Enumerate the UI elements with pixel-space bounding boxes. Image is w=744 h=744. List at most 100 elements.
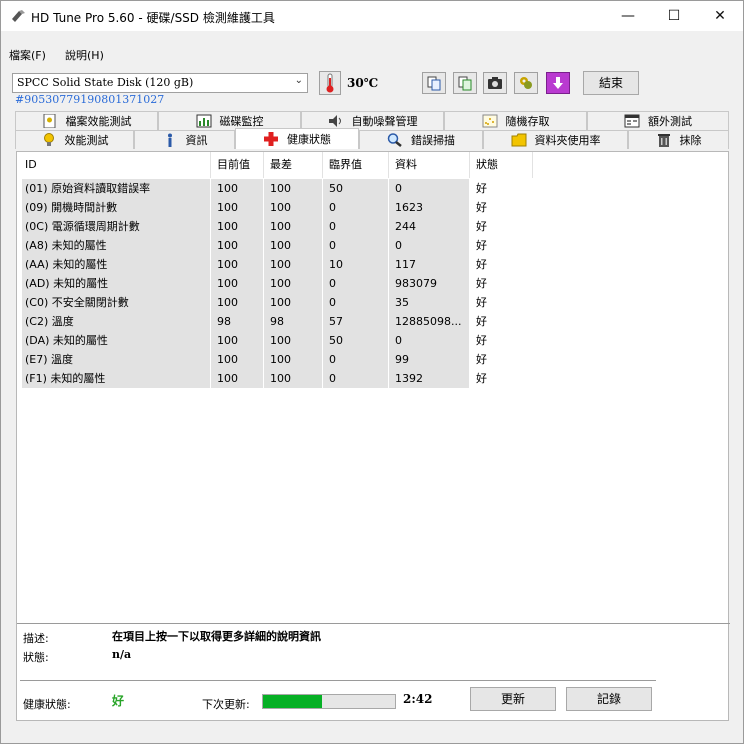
- extra-tests-icon: [624, 114, 640, 128]
- camera-icon: [488, 77, 502, 89]
- screenshot-button[interactable]: [483, 72, 507, 94]
- drive-serial: #905307791908013710​27: [15, 93, 165, 106]
- threshold-value: 0: [323, 369, 388, 388]
- worst-value: 100: [264, 198, 322, 217]
- table-row[interactable]: (E7) 溫度 100 100 0 99 好: [17, 350, 730, 369]
- attribute-status: 好: [476, 315, 487, 328]
- column-header-threshold[interactable]: 臨界值: [323, 152, 389, 178]
- progress-fill: [263, 695, 323, 708]
- tab-health[interactable]: 健康狀態: [235, 128, 359, 149]
- drive-select-value: SPCC Solid State Disk (120 gB): [17, 76, 194, 89]
- speaker-icon: [328, 114, 344, 128]
- copy-all-button[interactable]: [453, 72, 477, 94]
- current-value: 100: [211, 236, 263, 255]
- current-value: 100: [211, 217, 263, 236]
- tab-strip: 檔案效能測試 磁碟監控 自動噪聲管理 隨機存取 額外測試 效能測試 資訊 健康狀…: [15, 111, 729, 151]
- tab-benchmark[interactable]: 效能測試: [15, 130, 134, 149]
- attribute-name: (AD) 未知的屬性: [22, 274, 210, 293]
- raw-data: 1623: [389, 198, 469, 217]
- folder-icon: [511, 133, 527, 147]
- raw-data: 35: [389, 293, 469, 312]
- attribute-name: (C0) 不安全關閉計數: [22, 293, 210, 312]
- description-label: 描述:: [23, 632, 49, 645]
- file-benchmark-icon: [42, 113, 58, 129]
- raw-data: 244: [389, 217, 469, 236]
- tab-erase[interactable]: 抹除: [628, 130, 729, 149]
- update-button[interactable]: 更新: [470, 687, 556, 711]
- tab-label: 自動噪聲管理: [351, 115, 418, 128]
- app-window: HD Tune Pro 5.60 - 硬碟/SSD 檢測維護工具 — ☐ ✕ 檔…: [0, 0, 744, 744]
- tab-folder-usage[interactable]: 資料夾使用率: [483, 130, 628, 149]
- options-button[interactable]: [514, 72, 538, 94]
- info-icon: [162, 133, 178, 147]
- column-header-current[interactable]: 目前值: [211, 152, 264, 178]
- table-row[interactable]: (C2) 溫度 98 98 57 12885098... 好: [17, 312, 730, 331]
- attribute-status: 好: [476, 239, 487, 252]
- copy-all-icon: [458, 76, 472, 91]
- chevron-down-icon: ⌄: [294, 75, 303, 86]
- threshold-value: 57: [323, 312, 388, 331]
- threshold-value: 10: [323, 255, 388, 274]
- tab-random-access[interactable]: 隨機存取: [444, 111, 587, 130]
- table-row[interactable]: (09) 開機時間計數 100 100 0 1623 好: [17, 198, 730, 217]
- table-row[interactable]: (A8) 未知的屬性 100 100 0 0 好: [17, 236, 730, 255]
- worst-value: 98: [264, 312, 322, 331]
- menu-bar: 檔案(F) 說明(H): [1, 45, 743, 65]
- random-access-icon: [482, 114, 498, 128]
- attribute-status: 好: [476, 353, 487, 366]
- table-row[interactable]: (0C) 電源循環周期計數 100 100 0 244 好: [17, 217, 730, 236]
- threshold-value: 50: [323, 331, 388, 350]
- smart-table[interactable]: ID 目前值 最差 臨界值 資料 狀態 (01) 原始資料讀取錯誤率 100 100…: [17, 152, 730, 624]
- column-header-data[interactable]: 資料: [389, 152, 470, 178]
- tab-error-scan[interactable]: 錯誤掃描: [359, 130, 483, 149]
- log-button[interactable]: 記錄: [566, 687, 652, 711]
- app-icon: [10, 9, 26, 23]
- drive-select[interactable]: SPCC Solid State Disk (120 gB) ⌄: [12, 73, 308, 93]
- column-header-id[interactable]: ID: [19, 152, 211, 178]
- current-value: 100: [211, 179, 263, 198]
- thermometer-icon: [319, 71, 341, 95]
- threshold-value: 0: [323, 198, 388, 217]
- menu-help[interactable]: 說明(H): [65, 47, 104, 63]
- table-row[interactable]: (F1) 未知的屬性 100 100 0 1392 好: [17, 369, 730, 388]
- lightbulb-icon: [41, 133, 57, 147]
- copy-button[interactable]: [422, 72, 446, 94]
- table-row[interactable]: (C0) 不安全關閉計數 100 100 0 35 好: [17, 293, 730, 312]
- tab-label: 檔案效能測試: [65, 115, 132, 128]
- table-row[interactable]: (DA) 未知的屬性 100 100 50 0 好: [17, 331, 730, 350]
- tab-extra-tests[interactable]: 額外測試: [587, 111, 729, 130]
- minimize-button[interactable]: —: [605, 1, 651, 31]
- threshold-value: 50: [323, 179, 388, 198]
- maximize-button[interactable]: ☐: [651, 1, 697, 31]
- worst-value: 100: [264, 179, 322, 198]
- worst-value: 100: [264, 331, 322, 350]
- worst-value: 100: [264, 350, 322, 369]
- exit-button[interactable]: 結束: [583, 71, 639, 95]
- worst-value: 100: [264, 217, 322, 236]
- next-update-progress: [262, 694, 396, 709]
- threshold-value: 0: [323, 217, 388, 236]
- close-button[interactable]: ✕: [697, 1, 743, 31]
- threshold-value: 0: [323, 350, 388, 369]
- tab-label: 隨機存取: [505, 115, 550, 128]
- menu-file[interactable]: 檔案(F): [9, 47, 46, 63]
- tab-label: 資料夾使用率: [534, 134, 601, 147]
- raw-data: 0: [389, 331, 469, 350]
- next-update-label: 下次更新:: [202, 698, 250, 711]
- temperature-readout: 30℃: [347, 76, 379, 90]
- table-row[interactable]: (AD) 未知的屬性 100 100 0 983079 好: [17, 274, 730, 293]
- attribute-name: (01) 原始資料讀取錯誤率: [22, 179, 210, 198]
- column-header-status[interactable]: 狀態: [470, 152, 533, 178]
- table-row[interactable]: (01) 原始資料讀取錯誤率 100 100 50 0 好: [17, 179, 730, 198]
- tab-info[interactable]: 資訊: [134, 130, 235, 149]
- countdown-timer: 2:42: [403, 692, 433, 706]
- column-header-worst[interactable]: 最差: [264, 152, 323, 178]
- table-row[interactable]: (AA) 未知的屬性 100 100 10 117 好: [17, 255, 730, 274]
- tab-file-benchmark[interactable]: 檔案效能測試: [15, 111, 158, 130]
- monitor-icon: [196, 114, 212, 128]
- attribute-name: (C2) 溫度: [22, 312, 210, 331]
- attribute-name: (DA) 未知的屬性: [22, 331, 210, 350]
- copy-icon: [427, 76, 441, 91]
- raw-data: 12885098...: [389, 312, 469, 331]
- save-button[interactable]: [546, 72, 570, 94]
